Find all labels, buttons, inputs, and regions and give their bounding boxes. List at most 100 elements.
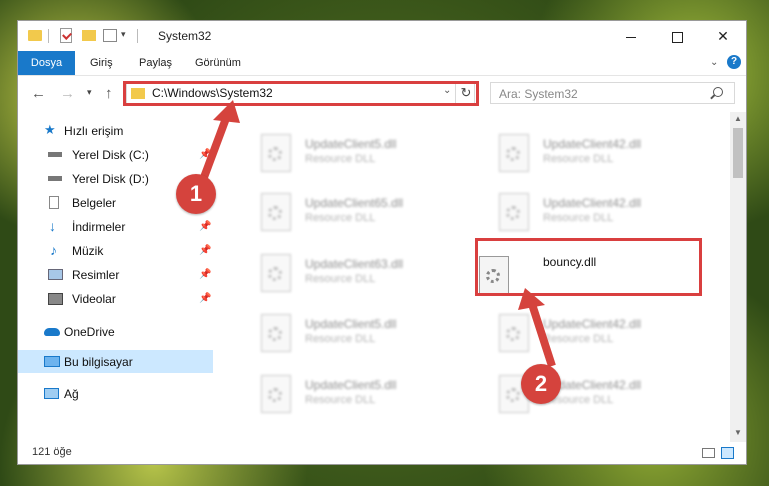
navigation-bar: ← → ▾ ↑ C:\Windows\System32 ⌄ ↻ Ara: Sys…: [18, 76, 746, 112]
up-arrow-icon[interactable]: ↑: [105, 85, 113, 102]
gear-icon: [268, 267, 282, 281]
scroll-thumb[interactable]: [733, 128, 743, 178]
search-placeholder: Ara: System32: [499, 87, 578, 101]
file-name: UpdateClient63.dll: [305, 257, 404, 271]
star-icon: ★: [44, 122, 56, 137]
file-name: UpdateClient42.dll: [543, 137, 642, 151]
callout-1: 1: [176, 174, 216, 214]
callout-2: 2: [521, 364, 561, 404]
pin-icon[interactable]: 📌: [199, 245, 211, 256]
music-icon: ♪: [50, 242, 57, 258]
gear-icon: [506, 206, 520, 220]
view-icon[interactable]: [103, 29, 117, 42]
file-name: UpdateClient65.dll: [305, 196, 404, 210]
file-item[interactable]: UpdateClient5.dll Resource DLL: [233, 308, 453, 363]
sidebar-item-label: OneDrive: [64, 325, 115, 339]
file-type: Resource DLL: [305, 333, 376, 345]
file-item[interactable]: UpdateClient5.dll Resource DLL: [233, 128, 453, 183]
pin-icon[interactable]: 📌: [199, 293, 211, 304]
expand-ribbon-icon[interactable]: ⌄: [710, 57, 718, 68]
window-title: System32: [158, 29, 212, 43]
file-item[interactable]: UpdateClient65.dll Resource DLL: [233, 187, 453, 242]
minimize-button[interactable]: [608, 21, 654, 51]
drive-icon: [48, 176, 62, 181]
file-item[interactable]: UpdateClient5.dll Resource DLL: [233, 369, 453, 424]
file-item[interactable]: UpdateClient42.dll Resource DLL: [471, 308, 691, 363]
documents-icon: [49, 196, 59, 209]
new-folder-icon[interactable]: [82, 30, 96, 41]
gear-icon: [268, 388, 282, 402]
file-type: Resource DLL: [543, 153, 614, 165]
file-name: UpdateClient5.dll: [305, 317, 397, 331]
tab-share[interactable]: Paylaş: [139, 51, 172, 75]
dll-file-icon: [261, 254, 291, 292]
file-type: Resource DLL: [305, 153, 376, 165]
maximize-button[interactable]: [654, 21, 700, 51]
drive-icon: [48, 152, 62, 157]
navigation-pane: ★ Hızlı erişim Yerel Disk (C:) 📌 Yerel D…: [18, 112, 213, 442]
computer-icon: [44, 356, 60, 367]
dll-file-icon: [261, 134, 291, 172]
large-icons-view-icon[interactable]: [721, 447, 734, 459]
file-name: UpdateClient42.dll: [543, 196, 642, 210]
gear-icon: [268, 206, 282, 220]
dll-file-icon: [261, 193, 291, 231]
sidebar-item-label: Bu bilgisayar: [64, 355, 133, 369]
sidebar-item-label: Yerel Disk (C:): [72, 148, 149, 162]
file-type: Resource DLL: [305, 273, 376, 285]
vertical-scrollbar[interactable]: ▲ ▼: [730, 112, 746, 442]
gear-icon: [268, 147, 282, 161]
scroll-up-icon[interactable]: ▲: [734, 114, 742, 123]
file-explorer-window: ▾ System32 ✕ Dosya Giriş Paylaş Görünüm …: [18, 21, 746, 464]
gear-icon: [268, 327, 282, 341]
help-icon[interactable]: ?: [727, 55, 741, 69]
pin-icon[interactable]: 📌: [199, 221, 211, 232]
dll-file-icon: [499, 193, 529, 231]
sidebar-item-label: Videolar: [72, 292, 116, 306]
sidebar-item-label: Hızlı erişim: [64, 124, 124, 138]
tab-home[interactable]: Giriş: [90, 51, 113, 75]
sidebar-item-label: İndirmeler: [72, 220, 126, 234]
bouncy-dll-highlight: [475, 238, 702, 296]
sidebar-item-label: Resimler: [72, 268, 120, 282]
file-name: UpdateClient42.dll: [543, 317, 642, 331]
file-item[interactable]: UpdateClient42.dll Resource DLL: [471, 128, 691, 183]
minimize-icon: [626, 36, 636, 38]
file-type: Resource DLL: [543, 333, 614, 345]
videos-icon: [48, 293, 63, 305]
pin-icon[interactable]: 📌: [199, 149, 211, 160]
gear-icon: [506, 327, 520, 341]
details-view-icon[interactable]: [702, 448, 715, 458]
maximize-icon: [671, 31, 683, 43]
recent-locations-icon[interactable]: ▾: [87, 87, 92, 98]
forward-arrow-icon[interactable]: →: [60, 85, 75, 102]
pictures-icon: [48, 269, 63, 280]
scroll-down-icon[interactable]: ▼: [734, 428, 742, 437]
ribbon-tabs: Dosya Giriş Paylaş Görünüm ⌄ ?: [18, 51, 746, 76]
file-item[interactable]: UpdateClient42.dll Resource DLL: [471, 369, 691, 424]
pin-icon[interactable]: 📌: [199, 269, 211, 280]
file-item[interactable]: UpdateClient42.dll Resource DLL: [471, 187, 691, 242]
back-arrow-icon[interactable]: ←: [31, 85, 46, 102]
properties-icon[interactable]: [60, 28, 72, 43]
file-item[interactable]: UpdateClient63.dll Resource DLL: [233, 248, 453, 303]
file-type: Resource DLL: [305, 212, 376, 224]
search-input[interactable]: Ara: System32: [490, 82, 735, 104]
dll-file-icon: [261, 314, 291, 352]
dll-file-icon: [499, 314, 529, 352]
close-button[interactable]: ✕: [700, 21, 746, 51]
divider: [48, 29, 49, 43]
gear-icon: [506, 388, 520, 402]
file-name: UpdateClient5.dll: [305, 378, 397, 392]
sidebar-item-label: Müzik: [72, 244, 104, 258]
title-bar: ▾ System32 ✕: [18, 21, 746, 51]
sidebar-item-label: Belgeler: [72, 196, 117, 210]
status-bar: 121 öğe: [18, 442, 746, 464]
dll-file-icon: [261, 375, 291, 413]
customize-toolbar-dropdown-icon[interactable]: ▾: [121, 29, 126, 45]
tab-file[interactable]: Dosya: [18, 51, 75, 75]
divider: [137, 29, 138, 43]
search-icon[interactable]: [713, 87, 723, 97]
tab-view[interactable]: Görünüm: [195, 51, 241, 75]
folder-icon[interactable]: [28, 30, 42, 41]
